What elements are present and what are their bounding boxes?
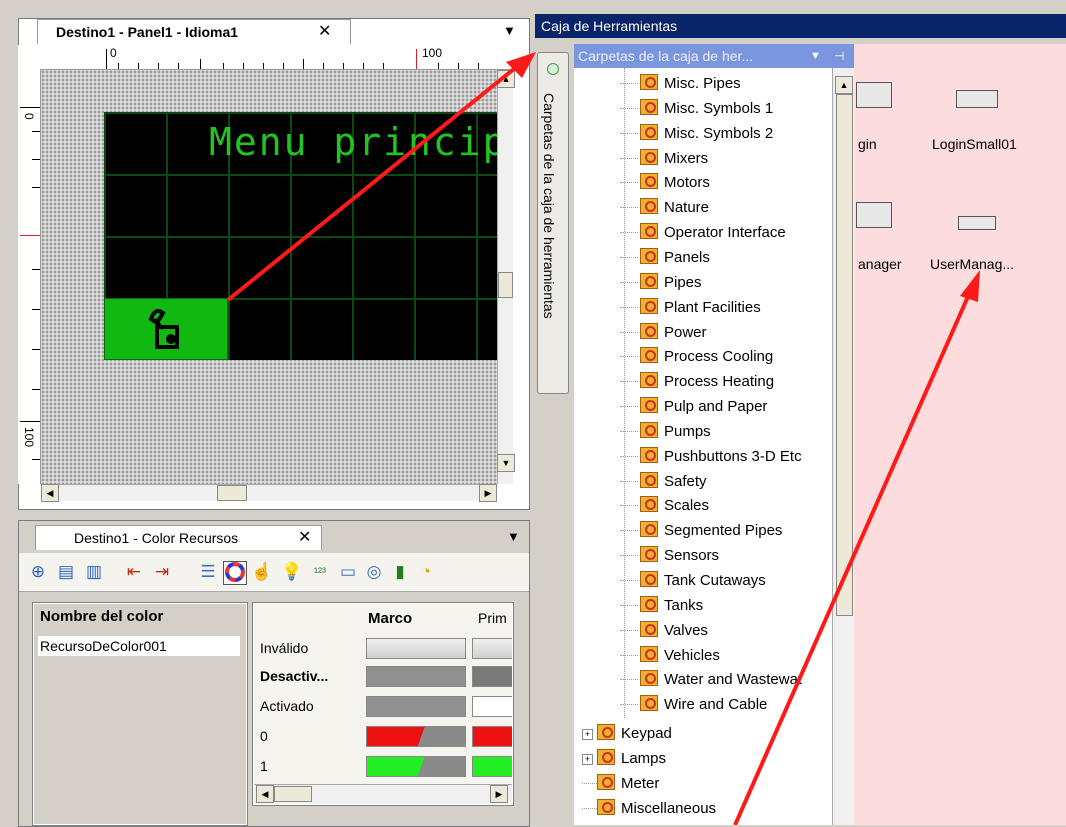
annotation-arrows: [226, 52, 980, 825]
arrowhead: [960, 270, 980, 302]
arrow-to-usermanager: [733, 291, 972, 825]
arrow-to-toolbox: [226, 62, 522, 302]
